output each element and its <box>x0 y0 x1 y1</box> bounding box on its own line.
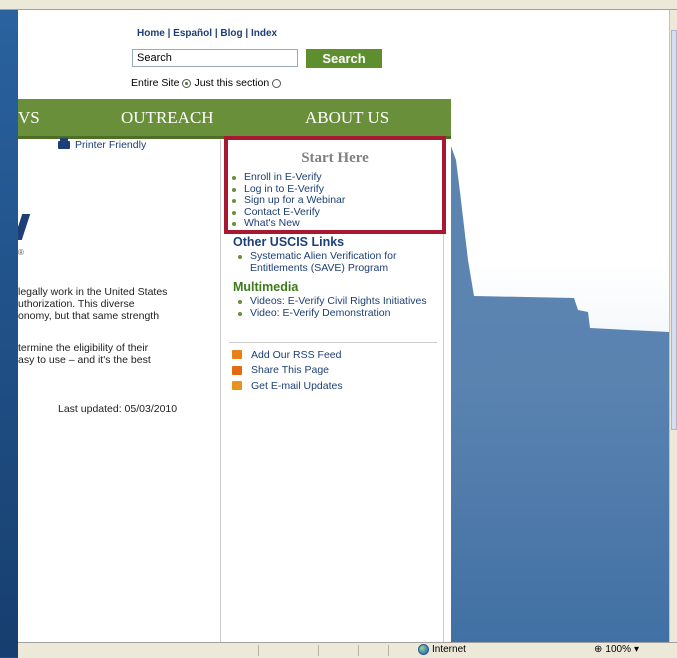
save-program-link[interactable]: Systematic Alien Verification for Entitl… <box>233 250 443 274</box>
text-line: legally work in the United States <box>18 286 168 298</box>
scope-entire-label: Entire Site <box>131 77 180 89</box>
index-link[interactable]: Index <box>251 28 277 39</box>
status-divider <box>258 645 259 656</box>
last-updated: Last updated: 05/03/2010 <box>58 403 178 415</box>
desktop-background <box>0 0 18 657</box>
separator: | <box>164 28 174 39</box>
rss-link[interactable]: Add Our RSS Feed <box>232 347 343 363</box>
zoom-level: 100% <box>605 644 631 655</box>
email-updates-link[interactable]: Get E-mail Updates <box>232 378 343 394</box>
civil-rights-video-link[interactable]: Videos: E-Verify Civil Rights Initiative… <box>233 295 443 308</box>
security-zone[interactable]: Internet <box>418 644 466 655</box>
browser-viewport: Home | Español | Blog | Index Search Ent… <box>18 10 669 642</box>
paragraph-2: termine the eligibility of their asy to … <box>18 342 218 366</box>
email-icon <box>232 381 242 391</box>
status-bar: Internet ⊕ 100% ▾ <box>18 642 677 658</box>
text-line: uthorization. This diverse <box>18 298 135 310</box>
printer-friendly-link[interactable]: Printer Friendly <box>58 138 147 151</box>
nav-about-us[interactable]: ABOUT US <box>305 108 389 128</box>
scope-section-radio[interactable] <box>272 78 282 88</box>
status-divider <box>358 645 359 656</box>
home-link[interactable]: Home <box>137 28 165 39</box>
other-links-heading: Other USCIS Links <box>233 235 345 249</box>
paragraph-1: legally work in the United States uthori… <box>18 286 218 322</box>
enroll-link[interactable]: Enroll in E-Verify <box>227 171 345 184</box>
zoom-control[interactable]: ⊕ 100% ▾ <box>594 644 639 655</box>
scrollbar-thumb[interactable] <box>671 30 677 430</box>
start-here-title: Start Here <box>301 150 369 166</box>
espanol-link[interactable]: Español <box>173 28 212 39</box>
share-icon <box>232 365 242 375</box>
search-scope: Entire Site Just this section <box>131 77 282 89</box>
share-page-link[interactable]: Share This Page <box>232 363 343 379</box>
blog-link[interactable]: Blog <box>220 28 242 39</box>
printer-icon <box>58 138 70 149</box>
separator: | <box>242 28 251 39</box>
text-line: onomy, but that same strength <box>18 310 160 322</box>
web-page: Home | Español | Blog | Index Search Ent… <box>18 10 451 642</box>
scope-section-label: Just this section <box>194 77 270 89</box>
nav-outreach[interactable]: OUTREACH <box>121 108 214 128</box>
rss-icon <box>232 350 242 360</box>
start-here-list: Enroll in E-Verify Log in to E-Verify Si… <box>227 171 345 230</box>
email-label: Get E-mail Updates <box>251 379 343 392</box>
nav-news[interactable]: VS <box>18 108 40 128</box>
browser-toolbar-edge <box>0 0 677 10</box>
scope-entire-radio[interactable] <box>182 78 192 88</box>
main-nav: VS OUTREACH ABOUT US <box>18 99 451 139</box>
magnifier-icon: ⊕ <box>594 644 603 655</box>
globe-icon <box>418 644 429 655</box>
start-here-box: Start Here Enroll in E-Verify Log in to … <box>224 136 446 234</box>
zone-label: Internet <box>432 644 466 655</box>
page-title-fragment <box>18 214 31 240</box>
status-divider <box>318 645 319 656</box>
body-text: legally work in the United States uthori… <box>18 286 218 386</box>
share-links: Add Our RSS Feed Share This Page Get E-m… <box>232 347 343 394</box>
webinar-link[interactable]: Sign up for a Webinar <box>227 194 345 207</box>
printer-friendly-label: Printer Friendly <box>75 139 147 151</box>
rss-label: Add Our RSS Feed <box>251 348 342 361</box>
registered-mark: ® <box>18 248 24 257</box>
status-divider <box>388 645 389 656</box>
multimedia-heading: Multimedia <box>233 280 299 294</box>
share-label: Share This Page <box>251 364 330 377</box>
multimedia-list: Videos: E-Verify Civil Rights Initiative… <box>233 295 443 320</box>
text-line: termine the eligibility of their <box>18 342 149 354</box>
whats-new-link[interactable]: What's New <box>227 217 345 230</box>
chevron-down-icon: ▾ <box>633 644 639 655</box>
other-links-list: Systematic Alien Verification for Entitl… <box>233 250 443 274</box>
utility-links: Home | Español | Blog | Index <box>137 28 277 39</box>
vertical-scrollbar[interactable] <box>669 10 677 642</box>
divider <box>229 342 437 343</box>
search-button[interactable]: Search <box>306 49 382 68</box>
demo-video-link[interactable]: Video: E-Verify Demonstration <box>233 307 443 320</box>
text-line: asy to use – and it's the best <box>18 354 151 366</box>
search-input[interactable] <box>132 49 298 67</box>
